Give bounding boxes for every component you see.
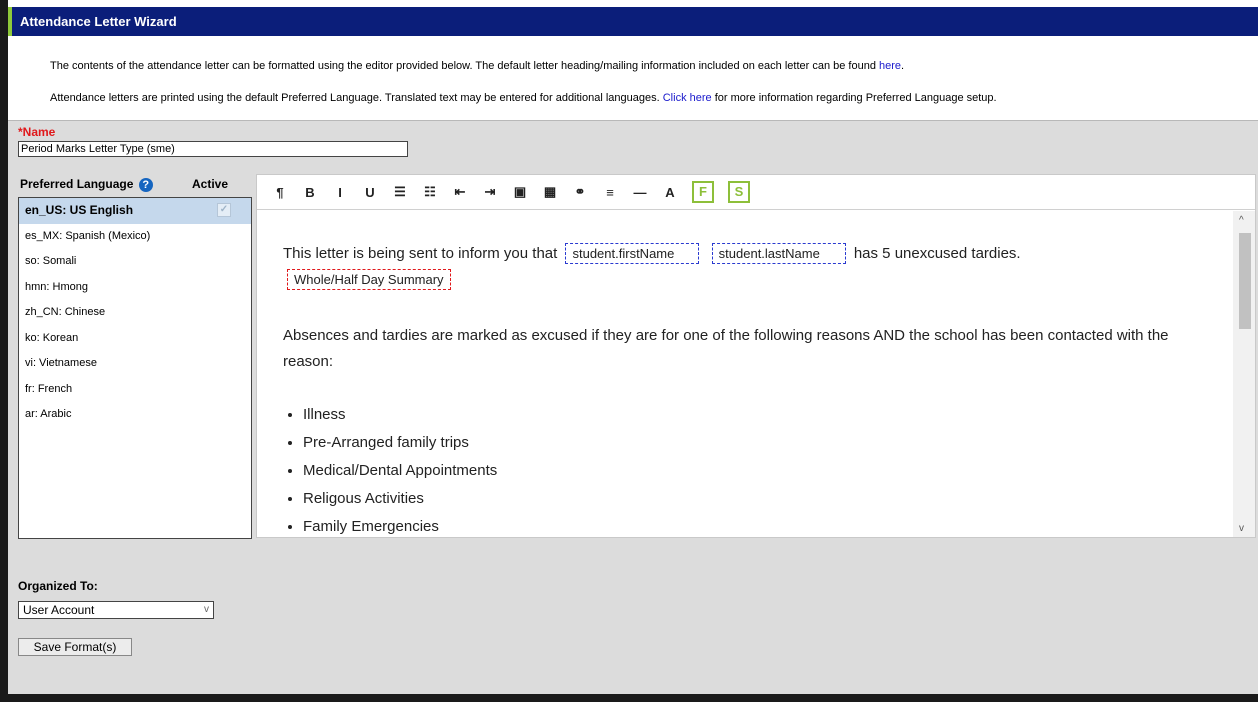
form-area: *Name Preferred Language ? Active en_US:… <box>8 120 1258 695</box>
horizontal-rule-icon[interactable]: — <box>625 185 655 200</box>
language-list: en_US: US English ✓ es_MX: Spanish (Mexico… <box>18 197 252 539</box>
heading-info-link[interactable]: here <box>879 60 901 72</box>
insert-field-icon[interactable]: F <box>692 181 714 203</box>
info-line-heading: The contents of the attendance letter ca… <box>50 60 904 72</box>
font-color-icon[interactable]: A <box>655 185 685 200</box>
first-name-field[interactable]: student.firstName <box>565 243 700 264</box>
reason-item: Family Emergencies <box>303 513 497 537</box>
summary-subreport[interactable]: Whole/Half Day Summary <box>287 269 451 290</box>
language-item[interactable]: en_US: US English ✓ <box>19 198 251 224</box>
window-left-border <box>0 0 8 702</box>
language-label: es_MX: Spanish (Mexico) <box>25 229 151 242</box>
preferred-language-header: Preferred Language ? Active <box>20 177 246 192</box>
info-panel: The contents of the attendance letter ca… <box>8 36 1258 120</box>
window-bottom-border <box>0 694 1258 702</box>
active-column-label: Active <box>192 177 229 191</box>
insert-subreport-icon[interactable]: S <box>728 181 750 203</box>
save-button[interactable]: Save Format(s) <box>18 638 132 656</box>
active-checkbox[interactable]: ✓ <box>217 203 231 217</box>
underline-icon[interactable]: U <box>355 185 385 200</box>
language-label: en_US: US English <box>25 203 134 217</box>
preferred-language-link[interactable]: Click here <box>663 92 712 104</box>
scroll-down-icon[interactable]: v <box>1239 523 1244 534</box>
scroll-thumb[interactable] <box>1239 233 1251 329</box>
name-input[interactable] <box>18 141 408 157</box>
info-text: Attendance letters are printed using the… <box>50 92 663 104</box>
italic-icon[interactable]: I <box>325 185 355 200</box>
bold-icon[interactable]: B <box>295 185 325 200</box>
intro-text: This letter is being sent to inform you … <box>283 245 558 262</box>
scroll-up-icon[interactable]: ^ <box>1239 215 1244 226</box>
language-label: zh_CN: Chinese <box>25 306 106 318</box>
info-line-language: Attendance letters are printed using the… <box>50 92 997 104</box>
reason-item: Pre-Arranged family trips <box>303 429 497 457</box>
table-icon[interactable]: ▦ <box>535 184 565 200</box>
indent-icon[interactable]: ⇥ <box>475 184 505 200</box>
summary-line: Whole/Half Day Summary <box>283 269 455 290</box>
letter-editor: ¶ B I U ☰ ☷ ⇤ ⇥ ▣ ▦ ⚭ ≡ — A F S This letter is being se… <box>256 174 1256 538</box>
preferred-language-label: Preferred Language <box>20 177 134 191</box>
language-item[interactable]: fr: French <box>19 377 251 403</box>
editor-scrollbar[interactable]: ^ v <box>1233 211 1255 537</box>
reason-item: Illness <box>303 401 497 429</box>
info-text-end: . <box>901 60 905 72</box>
editor-toolbar: ¶ B I U ☰ ☷ ⇤ ⇥ ▣ ▦ ⚭ ≡ — A F S <box>257 175 1255 210</box>
organized-to-label: Organized To: <box>18 579 98 593</box>
reasons-list: IllnessPre-Arranged family tripsMedical/… <box>283 401 497 537</box>
name-label: *Name <box>18 125 56 139</box>
language-item[interactable]: zh_CN: Chinese <box>19 300 251 326</box>
reason-item: Medical/Dental Appointments <box>303 457 497 485</box>
editor-content[interactable]: This letter is being sent to inform you … <box>257 211 1217 537</box>
last-name-field[interactable]: student.lastName <box>711 243 846 264</box>
attendance-letter-wizard: Attendance Letter Wizard The contents of… <box>0 0 1258 702</box>
info-text: The contents of the attendance letter ca… <box>50 60 880 72</box>
link-icon[interactable]: ⚭ <box>565 184 595 200</box>
letter-paragraph: Absences and tardies are marked as excus… <box>283 327 1169 370</box>
language-label: vi: Vietnamese <box>25 357 97 369</box>
language-item[interactable]: hmn: Hmong <box>19 275 251 301</box>
language-item[interactable]: vi: Vietnamese <box>19 351 251 377</box>
language-label: ko: Korean <box>25 331 79 344</box>
language-label: hmn: Hmong <box>25 280 88 293</box>
language-label: fr: French <box>25 382 73 395</box>
numbered-list-icon[interactable]: ☷ <box>415 184 445 200</box>
intro-end-text: has 5 unexcused tardies. <box>853 245 1021 262</box>
letter-intro: This letter is being sent to inform you … <box>283 243 1021 264</box>
reason-item: Religous Activities <box>303 485 497 513</box>
organized-to-select[interactable]: User Account v <box>18 601 214 619</box>
paragraph-icon[interactable]: ¶ <box>265 185 295 200</box>
window-title: Attendance Letter Wizard <box>8 7 1258 36</box>
help-icon[interactable]: ? <box>138 177 153 192</box>
bulleted-list-icon[interactable]: ☰ <box>385 184 415 200</box>
chevron-down-icon: v <box>204 604 209 615</box>
language-item[interactable]: es_MX: Spanish (Mexico) <box>19 224 251 250</box>
outdent-icon[interactable]: ⇤ <box>445 184 475 200</box>
language-item[interactable]: so: Somali <box>19 249 251 275</box>
language-item[interactable]: ar: Arabic <box>19 402 251 428</box>
align-icon[interactable]: ≡ <box>595 185 625 200</box>
organized-to-value: User Account <box>23 603 95 617</box>
language-label: ar: Arabic <box>25 408 72 420</box>
info-text-end: for more information regarding Preferred… <box>711 92 997 104</box>
language-item[interactable]: ko: Korean <box>19 326 251 352</box>
language-label: so: Somali <box>25 255 77 267</box>
image-icon[interactable]: ▣ <box>505 184 535 200</box>
